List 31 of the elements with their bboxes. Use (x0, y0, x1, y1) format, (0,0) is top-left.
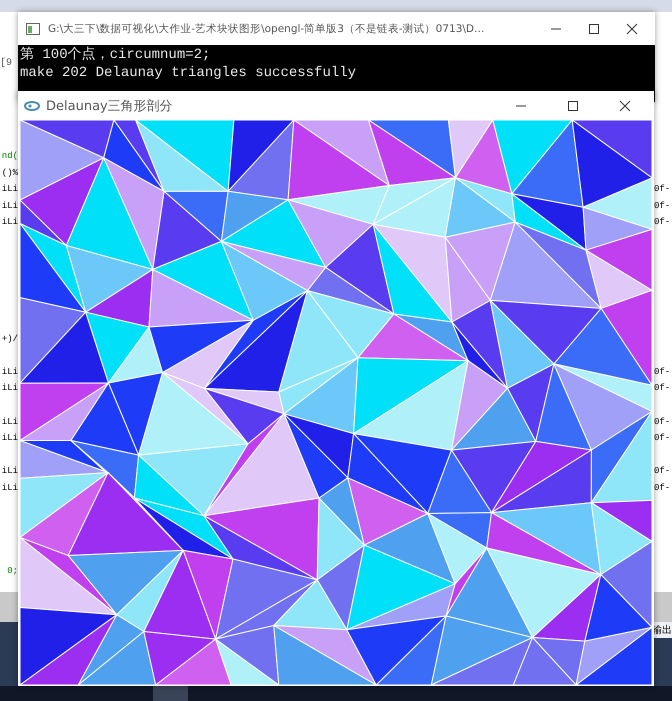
console-line: make 202 Delaunay triangles successfully (20, 64, 358, 82)
code-fragment: 0f- (654, 216, 670, 228)
code-fragment: nd( (2, 150, 18, 162)
code-fragment: iLi (2, 432, 18, 444)
code-fragment: iLi (2, 183, 18, 196)
code-fragment: 0; (7, 565, 18, 577)
code-fragment: 0f- (654, 416, 670, 428)
code-fragment: 0f- (654, 482, 670, 494)
code-fragment: iLi (2, 482, 18, 494)
console-icon (26, 22, 40, 34)
code-fragment: 0f- (654, 366, 670, 378)
code-fragment: iLi (2, 416, 18, 428)
line-reference: [9 (0, 58, 12, 69)
code-fragment: 0f- (654, 200, 670, 212)
console-line: 第 100个点，circumnum=2; (20, 46, 212, 64)
code-fragment: iLi (2, 465, 18, 478)
code-fragment: 0f- (654, 432, 670, 444)
window-title: Delaunay三角形剖分 (46, 98, 174, 114)
code-fragment: 0f- (654, 382, 670, 394)
code-fragment: iLi (2, 382, 18, 394)
code-fragment: iLi (2, 216, 18, 228)
scrollbar-area (654, 592, 672, 622)
code-fragment: 0f- (654, 183, 670, 196)
app-icon (24, 100, 40, 110)
window-title: G:\大三下\数据可视化\大作业-艺术块状图形\opengl-简单版3（不是链表-测试）0713\D… (48, 22, 486, 36)
code-fragment: ()% (2, 166, 18, 179)
code-fragment: iLi (2, 366, 18, 378)
output-panel (0, 622, 18, 686)
code-fragment: 0f- (654, 465, 670, 478)
code-fragment: iLi (2, 200, 18, 212)
code-fragment: +)/ (2, 332, 18, 345)
